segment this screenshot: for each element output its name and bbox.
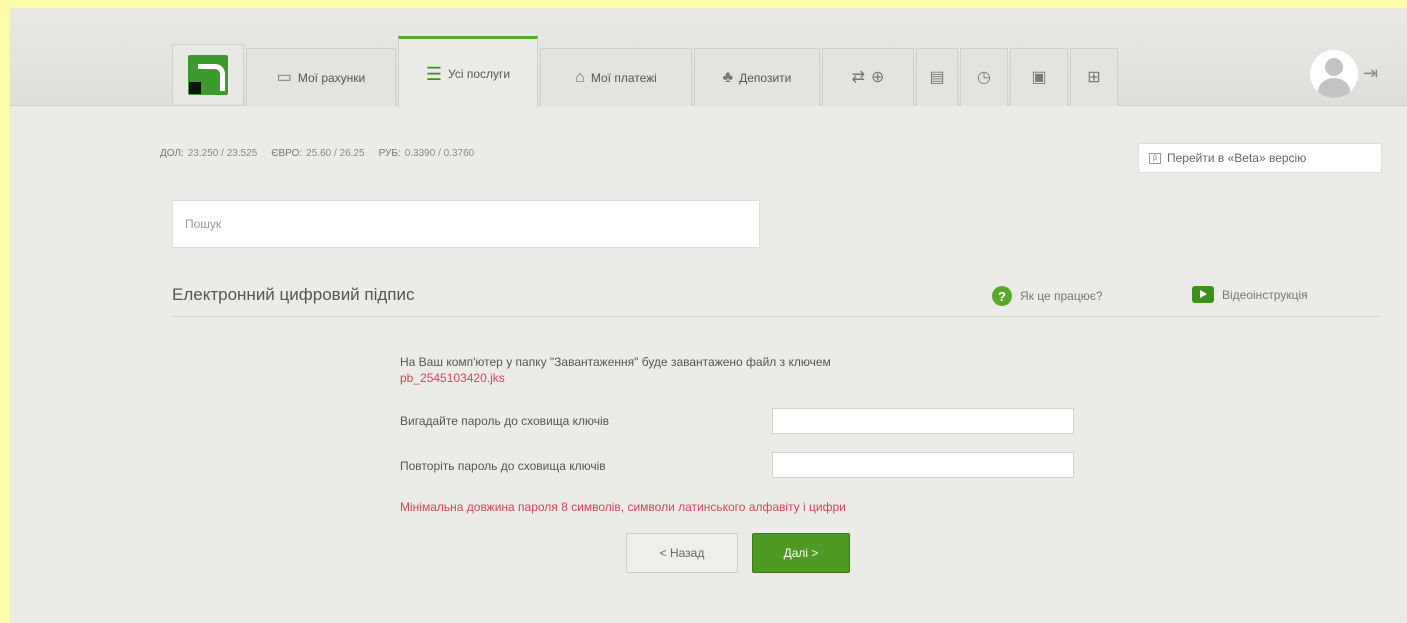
- tab-shop[interactable]: ⊞: [1070, 48, 1118, 106]
- tab-label: Усі послуги: [448, 66, 511, 81]
- tab-label: Депозити: [739, 70, 792, 85]
- password-repeat-label: Повторіть пароль до сховища ключів: [400, 459, 606, 473]
- rate-rub: РУБ: 0.3390 / 0.3760: [378, 148, 475, 159]
- document-icon: ▤: [929, 68, 945, 86]
- list-icon: ☰: [425, 63, 443, 84]
- rate-usd: ДОЛ: 23.250 / 23.525: [160, 148, 258, 159]
- key-filename: pb_2545103420.jks: [400, 371, 505, 385]
- beta-version-link[interactable]: β Перейти в «Beta» версію: [1138, 143, 1382, 173]
- user-avatar[interactable]: [1310, 50, 1358, 98]
- exchange-rates: ДОЛ: 23.250 / 23.525 ЄВРО: 25.60 / 26.25 Р…: [160, 148, 474, 159]
- logo-mark-icon: [188, 54, 228, 95]
- rate-eur: ЄВРО: 25.60 / 26.25: [271, 148, 365, 159]
- download-notice: На Ваш комп'ютер у папку "Завантаження" …: [400, 354, 831, 386]
- tab-messages[interactable]: ▣: [1010, 48, 1068, 106]
- history-icon: ◷: [977, 68, 991, 86]
- video-label: Відеоінструкція: [1222, 287, 1308, 302]
- tab-deposits[interactable]: ♣ Депозити: [694, 48, 820, 106]
- tab-history[interactable]: ◷: [960, 48, 1008, 106]
- payments-icon: ⌂: [575, 68, 585, 86]
- section-title: Електронний цифровий підпис: [172, 285, 415, 304]
- beta-icon: β: [1149, 152, 1161, 164]
- top-navigation-bar: ▭ Мої рахунки ☰ Усі послуги ⌂ Мої платеж…: [10, 8, 1407, 108]
- tab-all-services[interactable]: ☰ Усі послуги: [398, 36, 538, 108]
- password-repeat-field[interactable]: [772, 452, 1074, 478]
- deposit-icon: ♣: [722, 68, 734, 86]
- tab-transport[interactable]: ⇄ ⊕: [822, 48, 914, 106]
- how-it-works-link[interactable]: ? Як це працює?: [992, 286, 1103, 306]
- password-label: Вигадайте пароль до сховища ключів: [400, 414, 610, 428]
- globe-icon: ⊕: [871, 68, 885, 86]
- cart-icon: ⊞: [1087, 68, 1101, 86]
- question-icon: ?: [992, 286, 1012, 306]
- card-icon: ▭: [276, 68, 292, 86]
- tab-my-accounts[interactable]: ▭ Мої рахунки: [246, 48, 396, 106]
- password-requirements-warning: Мінімальна довжина пароля 8 символів, си…: [400, 500, 846, 514]
- bank-logo[interactable]: [172, 44, 244, 104]
- help-label: Як це працює?: [1020, 289, 1103, 303]
- chat-icon: ▣: [1031, 68, 1047, 86]
- tab-my-payments[interactable]: ⌂ Мої платежі: [540, 48, 692, 106]
- transport-icon: ⇄: [851, 68, 865, 86]
- password-field[interactable]: [772, 408, 1074, 434]
- logout-icon[interactable]: ⇥: [1363, 63, 1378, 84]
- notice-text: На Ваш комп'ютер у папку "Завантаження" …: [400, 355, 831, 369]
- search-input[interactable]: [172, 200, 760, 248]
- tab-label: Мої платежі: [590, 70, 657, 85]
- video-instruction-link[interactable]: Відеоінструкція: [1192, 286, 1308, 303]
- tab-label: Мої рахунки: [297, 70, 366, 85]
- play-icon: [1192, 286, 1214, 303]
- next-button[interactable]: Далі >: [752, 533, 850, 573]
- back-button[interactable]: < Назад: [626, 533, 738, 573]
- page-frame: ▭ Мої рахунки ☰ Усі послуги ⌂ Мої платеж…: [10, 8, 1407, 623]
- tab-documents[interactable]: ▤: [916, 48, 958, 106]
- section-divider: [172, 316, 1380, 317]
- beta-label: Перейти в «Beta» версію: [1167, 151, 1307, 165]
